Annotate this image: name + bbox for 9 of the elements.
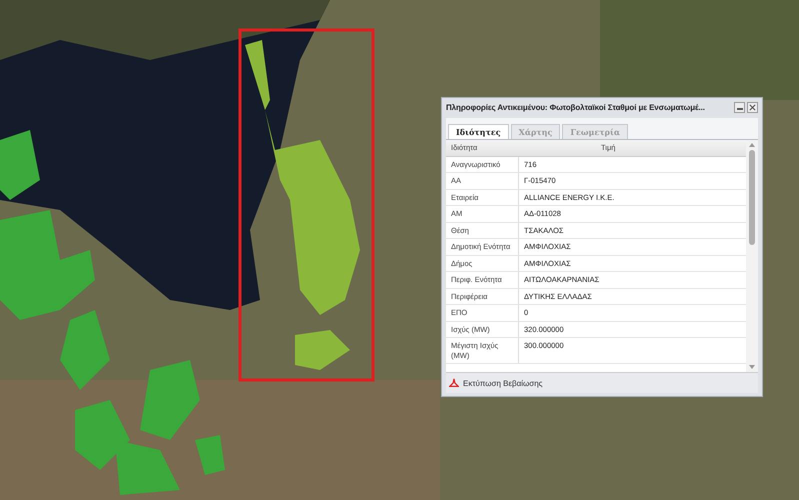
scroll-down-icon[interactable] bbox=[749, 365, 755, 369]
minimize-button[interactable] bbox=[734, 102, 745, 112]
scrollbar[interactable] bbox=[746, 140, 758, 372]
print-certificate-button[interactable]: Εκτύπωση Βεβαίωσης bbox=[446, 378, 546, 388]
window-title: Πληροφορίες Αντικειμένου: Φωτοβολταϊκοί Σταθμοί με Ενσωματωμέ... bbox=[446, 102, 706, 112]
close-button[interactable] bbox=[747, 102, 758, 112]
pdf-icon bbox=[449, 378, 459, 388]
tab[interactable]: Ιδιότητες bbox=[448, 124, 509, 139]
scroll-up-icon[interactable] bbox=[749, 143, 755, 147]
